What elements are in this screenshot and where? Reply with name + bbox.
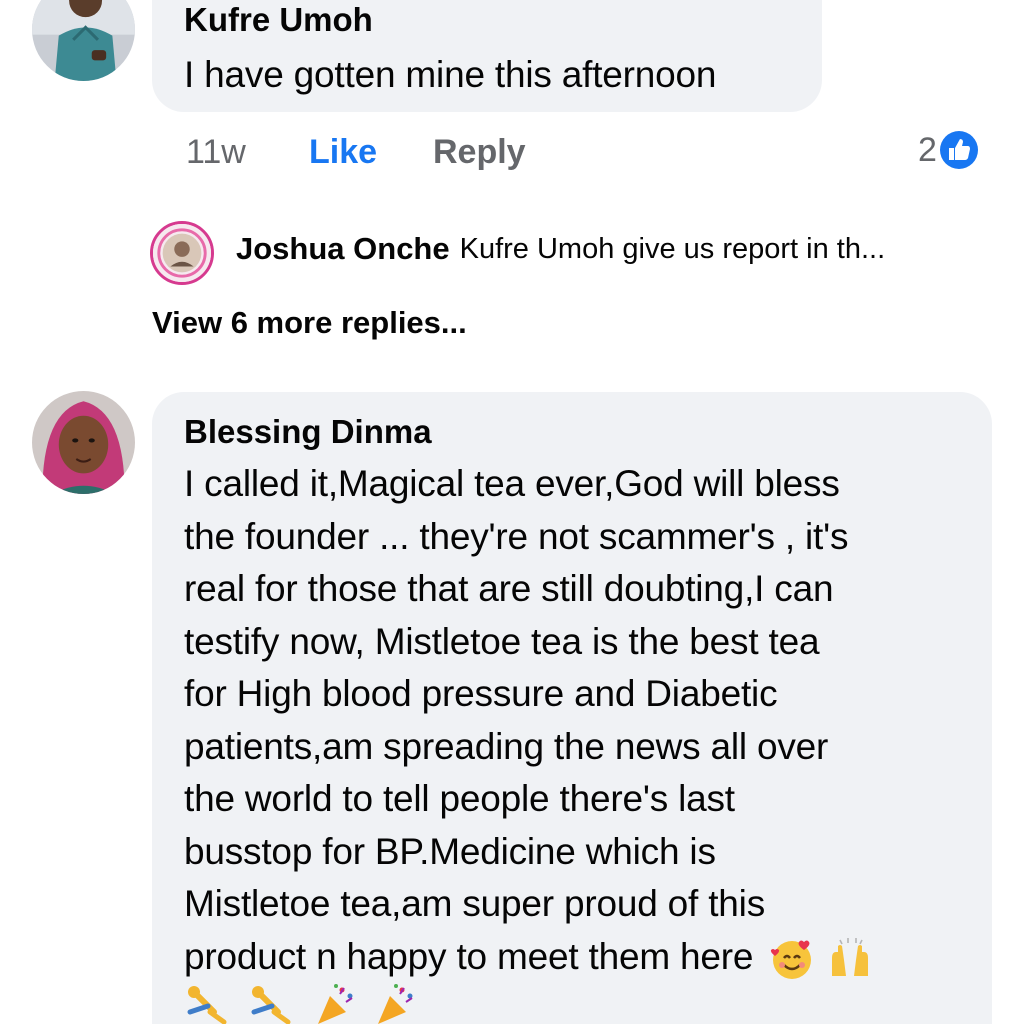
view-more-replies-link[interactable]: View 6 more replies... — [152, 303, 467, 343]
comment-author[interactable]: Blessing Dinma — [184, 412, 992, 452]
comment-text-last: product n happy to meet them here — [184, 935, 754, 977]
comment-text-line: Mistletoe tea,am super proud of this — [184, 883, 765, 924]
avatar-kufre-umoh[interactable] — [32, 0, 135, 81]
comment-timestamp[interactable]: 11w — [186, 132, 246, 172]
comment-bubble-kufre: Kufre Umoh I have gotten mine this after… — [152, 0, 822, 112]
reaction-summary[interactable]: 2 — [918, 130, 979, 170]
comment-text-line: testify now, Mistletoe tea is the best t… — [184, 620, 820, 662]
comment-text: I have gotten mine this afternoon — [184, 49, 822, 102]
comment-text-line: I called it,Magical tea ever,God will bl… — [184, 463, 840, 504]
cartwheel-icon — [184, 982, 230, 1024]
party-popper-icon — [312, 982, 358, 1024]
comment-actions: 11w Like Reply — [186, 132, 586, 172]
comments-thread: Kufre Umoh I have gotten mine this after… — [0, 0, 1024, 1024]
reply-preview[interactable]: Joshua Onche Kufre Umoh give us report i… — [236, 229, 885, 269]
comment-text-line: real for those that are still doubting,I… — [184, 568, 834, 609]
reaction-count: 2 — [918, 131, 937, 169]
comment-text-line: for High blood pressure and Diabetic — [184, 673, 778, 714]
comment-text-line: patients,am spreading the news all over — [184, 725, 829, 767]
cartwheel-icon — [248, 982, 294, 1024]
raising-hands-icon — [826, 936, 874, 982]
comment-bubble-blessing: Blessing Dinma I called it,Magical tea e… — [152, 392, 992, 1024]
party-popper-icon — [372, 982, 418, 1024]
reply-text: Kufre Umoh give us report in th... — [459, 232, 886, 265]
avatar-blessing-dinma[interactable] — [32, 391, 135, 494]
emoji-row — [184, 977, 992, 1024]
avatar-joshua-onche[interactable] — [150, 221, 214, 285]
like-thumb-icon — [939, 130, 979, 170]
reply-button[interactable]: Reply — [433, 132, 526, 172]
comment-text-line: the world to tell people there's last — [184, 778, 735, 819]
comment-text-line: busstop for BP.Medicine which is — [184, 830, 716, 872]
smiling-face-with-hearts-icon — [769, 936, 815, 982]
reply-author[interactable]: Joshua Onche — [236, 231, 450, 267]
comment-text: I called it,Magical tea ever,God will bl… — [184, 458, 992, 1024]
comment-text-line: the founder ... they're not scammer's , … — [184, 515, 849, 557]
comment-author[interactable]: Kufre Umoh — [184, 0, 822, 40]
comment-text-line: product n happy to meet them here — [184, 931, 992, 984]
comment-text-line: I have gotten mine this afternoon — [184, 54, 717, 95]
like-button[interactable]: Like — [309, 132, 377, 172]
